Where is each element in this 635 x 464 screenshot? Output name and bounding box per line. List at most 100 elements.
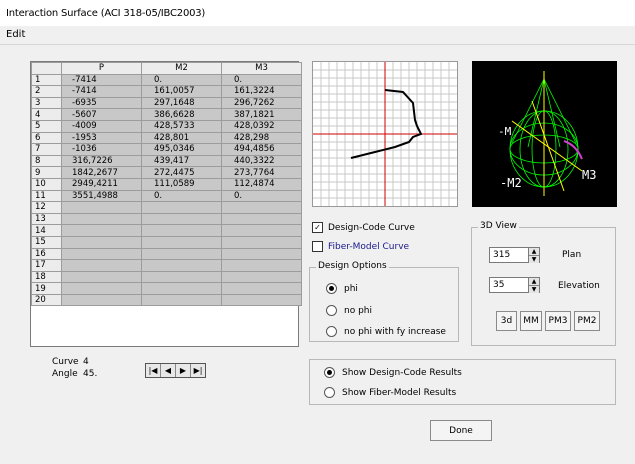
cell-m3[interactable] xyxy=(221,270,302,284)
cell-m2[interactable]: 439,417 xyxy=(141,154,222,168)
radio-show-design-code[interactable]: Show Design-Code Results xyxy=(324,367,462,378)
cell-p[interactable] xyxy=(61,212,142,226)
cell-m2[interactable]: 428,5733 xyxy=(141,119,222,133)
cell-m3[interactable] xyxy=(221,259,302,272)
cell-m2[interactable] xyxy=(141,259,222,272)
table-row: 11 3551,4988 0. 0. xyxy=(31,189,302,203)
cell-m3[interactable]: 112,4874 xyxy=(221,177,302,191)
plan-spinner[interactable]: 315 ▲ ▼ xyxy=(489,247,540,263)
cell-p[interactable] xyxy=(61,293,142,307)
cell-m2[interactable] xyxy=(141,270,222,284)
cell-p[interactable]: -5607 xyxy=(61,108,142,121)
cell-m2[interactable] xyxy=(141,201,222,214)
cell-m3[interactable] xyxy=(221,293,302,307)
row-number: 15 xyxy=(31,235,62,249)
cell-m3[interactable]: 428,0392 xyxy=(221,119,302,133)
cell-m2[interactable]: 272,4475 xyxy=(141,166,222,179)
cell-p[interactable]: 2949,4211 xyxy=(61,177,142,191)
menu-edit[interactable]: Edit xyxy=(6,29,25,40)
cell-p[interactable] xyxy=(61,235,142,249)
design-code-curve-label: Design-Code Curve xyxy=(328,222,415,233)
cell-m2[interactable]: 0. xyxy=(141,73,222,87)
cell-m2[interactable] xyxy=(141,224,222,237)
spin-down-icon[interactable]: ▼ xyxy=(529,256,539,263)
view-3d-title: 3D View xyxy=(478,221,519,231)
plan-input[interactable]: 315 xyxy=(489,247,529,263)
cell-m3[interactable]: 440,3322 xyxy=(221,154,302,168)
cell-p[interactable] xyxy=(61,270,142,284)
cell-m2[interactable]: 297,1648 xyxy=(141,96,222,110)
cell-m2[interactable]: 428,801 xyxy=(141,131,222,145)
cell-m2[interactable]: 161,0057 xyxy=(141,85,222,98)
cell-m2[interactable] xyxy=(141,235,222,249)
cell-p[interactable] xyxy=(61,247,142,261)
cell-p[interactable] xyxy=(61,282,142,295)
radio-phi[interactable]: phi xyxy=(326,283,358,294)
elevation-input[interactable]: 35 xyxy=(489,277,529,293)
cell-p[interactable] xyxy=(61,224,142,237)
cell-m3[interactable]: 296,7262 xyxy=(221,96,302,110)
curve-navigator: |◀ ◀ ▶ ▶| xyxy=(145,363,206,378)
elevation-spinner[interactable]: 35 ▲ ▼ xyxy=(489,277,540,293)
cell-m3[interactable]: 494,4856 xyxy=(221,143,302,156)
cell-m2[interactable] xyxy=(141,282,222,295)
spin-down-icon[interactable]: ▼ xyxy=(529,286,539,293)
cell-m3[interactable] xyxy=(221,282,302,295)
cell-m2[interactable] xyxy=(141,247,222,261)
cell-p[interactable]: 1842,2677 xyxy=(61,166,142,179)
header-p[interactable]: P xyxy=(61,62,142,75)
cell-p[interactable]: -1953 xyxy=(61,131,142,145)
design-options-group: Design Options phi no phi no phi with fy… xyxy=(309,261,459,342)
cell-p[interactable]: -1036 xyxy=(61,143,142,156)
cell-m2[interactable] xyxy=(141,212,222,226)
done-button[interactable]: Done xyxy=(430,420,492,441)
cell-p[interactable]: -7414 xyxy=(61,85,142,98)
spin-up-icon[interactable]: ▲ xyxy=(529,278,539,286)
cell-m3[interactable]: 0. xyxy=(221,189,302,203)
cell-p[interactable] xyxy=(61,259,142,272)
radio-show-fiber-model[interactable]: Show Fiber-Model Results xyxy=(324,387,456,398)
cell-m3[interactable] xyxy=(221,224,302,237)
row-number: 8 xyxy=(31,154,62,168)
spin-up-icon[interactable]: ▲ xyxy=(529,248,539,256)
cell-m2[interactable] xyxy=(141,293,222,307)
cell-m3[interactable]: 428,298 xyxy=(221,131,302,145)
radio-no-phi[interactable]: no phi xyxy=(326,305,372,316)
radio-unselected-icon xyxy=(326,326,337,337)
cell-p[interactable]: -6935 xyxy=(61,96,142,110)
view-pm2-button[interactable]: PM2 xyxy=(574,311,600,331)
header-m3[interactable]: M3 xyxy=(221,62,302,75)
cell-p[interactable]: 3551,4988 xyxy=(61,189,142,203)
cell-m2[interactable]: 0. xyxy=(141,189,222,203)
cell-m3[interactable] xyxy=(221,235,302,249)
radio-no-phi-fy[interactable]: no phi with fy increase xyxy=(326,326,446,337)
view-mm-button[interactable]: MM xyxy=(520,311,542,331)
cell-m3[interactable]: 387,1821 xyxy=(221,108,302,121)
cell-m2[interactable]: 111,0589 xyxy=(141,177,222,191)
view-pm3-button[interactable]: PM3 xyxy=(545,311,571,331)
curve-info: Curve 4 Angle 45. xyxy=(52,356,97,380)
first-curve-button[interactable]: |◀ xyxy=(146,364,161,377)
cell-m3[interactable] xyxy=(221,247,302,261)
cell-m3[interactable] xyxy=(221,201,302,214)
next-curve-button[interactable]: ▶ xyxy=(176,364,191,377)
cell-m3[interactable]: 161,3224 xyxy=(221,85,302,98)
radio-selected-icon xyxy=(324,367,335,378)
cell-m2[interactable]: 495,0346 xyxy=(141,143,222,156)
cell-p[interactable] xyxy=(61,201,142,214)
interaction-table: P M2 M3 1 -7414 0. 0. 2 -7414 161,0057 161,3224… xyxy=(30,61,302,347)
cell-p[interactable]: -7414 xyxy=(61,73,142,87)
row-number: 17 xyxy=(31,259,62,272)
cell-m3[interactable] xyxy=(221,212,302,226)
header-m2[interactable]: M2 xyxy=(141,62,222,75)
fiber-model-curve-checkbox[interactable]: Fiber-Model Curve xyxy=(312,241,409,252)
prev-curve-button[interactable]: ◀ xyxy=(161,364,176,377)
last-curve-button[interactable]: ▶| xyxy=(191,364,205,377)
cell-m3[interactable]: 0. xyxy=(221,73,302,87)
view-3d-button[interactable]: 3d xyxy=(496,311,517,331)
design-code-curve-checkbox[interactable]: ✓ Design-Code Curve xyxy=(312,222,415,233)
cell-m2[interactable]: 386,6628 xyxy=(141,108,222,121)
cell-p[interactable]: -4009 xyxy=(61,119,142,133)
cell-p[interactable]: 316,7226 xyxy=(61,154,142,168)
cell-m3[interactable]: 273,7764 xyxy=(221,166,302,179)
